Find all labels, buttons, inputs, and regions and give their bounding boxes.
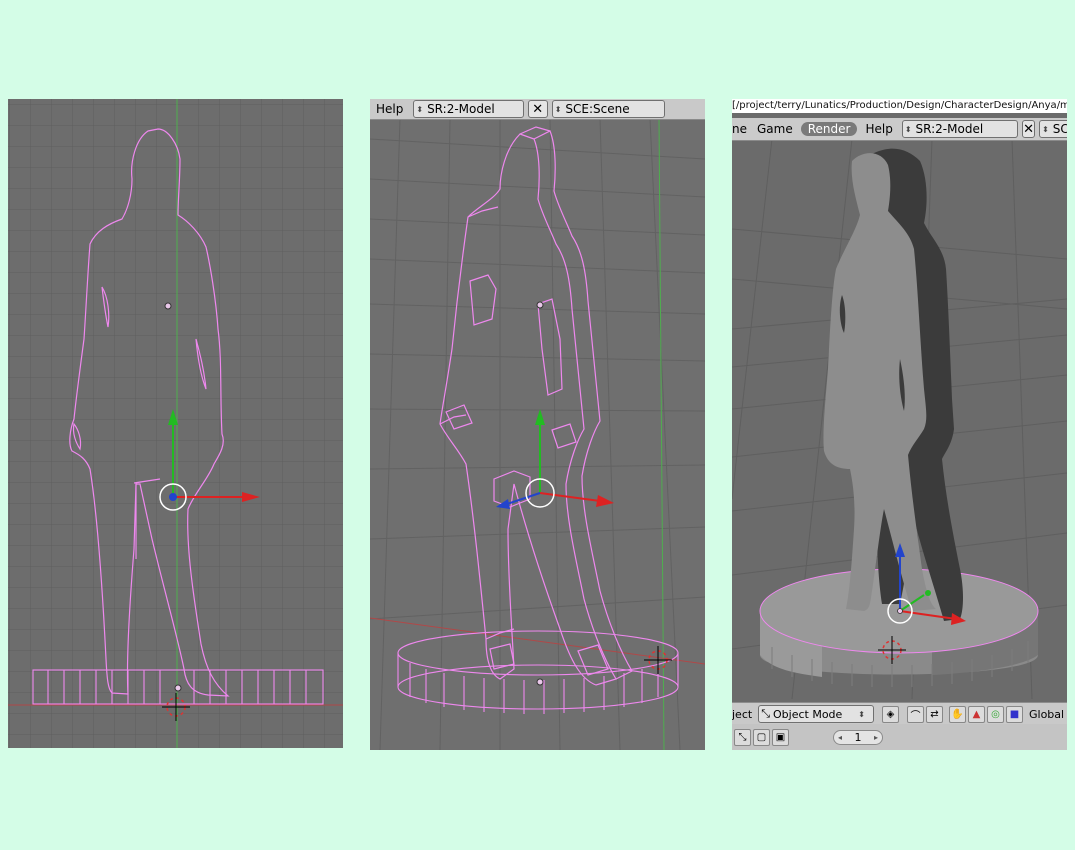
screen-selector[interactable]: ⬍ SR:2-Model bbox=[413, 100, 524, 118]
game-menu[interactable]: Game bbox=[752, 122, 798, 136]
file-path-bar: [/project/terry/Lunatics/Production/Desi… bbox=[732, 99, 1067, 113]
base-origin-dot bbox=[174, 684, 182, 692]
solid-view-canvas[interactable] bbox=[732, 99, 1067, 750]
object-origin-dot bbox=[164, 302, 172, 310]
axis-gizmo-icon[interactable]: ⤡ bbox=[734, 728, 751, 746]
mode-selector[interactable]: ⤡ Object Mode ⬍ bbox=[758, 705, 874, 723]
rotate-icon[interactable]: ◎ bbox=[987, 705, 1004, 723]
frame-left-arrow-icon[interactable]: ◂ bbox=[838, 733, 842, 742]
draw-type-icon[interactable]: ◈ bbox=[882, 705, 899, 723]
render-menu[interactable]: Render bbox=[800, 122, 858, 136]
translate-icon[interactable]: ▲ bbox=[968, 705, 985, 723]
panel2-header-bar: Help ⬍ SR:2-Model ✕ ⬍ SCE:Scene bbox=[370, 99, 705, 120]
scene-menu-partial[interactable]: ne bbox=[732, 122, 752, 136]
pivot-icon[interactable]: ⌒ bbox=[907, 705, 924, 723]
selector-arrows-icon: ⬍ bbox=[904, 124, 912, 134]
perspective-view-canvas[interactable] bbox=[370, 99, 705, 750]
snap-icon[interactable]: ⇄ bbox=[926, 705, 943, 723]
screen-selector[interactable]: ⬍ SR:2-Model bbox=[901, 120, 1019, 138]
delete-screen-button[interactable]: ✕ bbox=[1022, 120, 1036, 138]
object-panel-icon[interactable]: ▢ bbox=[753, 728, 770, 746]
selector-arrows-icon: ⬍ bbox=[1042, 124, 1049, 134]
hand-manipulator-icon[interactable]: ✋ bbox=[949, 705, 966, 723]
object-menu-partial[interactable]: ject bbox=[732, 708, 752, 721]
selector-arrows-icon: ⬍ bbox=[858, 709, 865, 719]
perspective-wire-viewport[interactable]: Help ⬍ SR:2-Model ✕ ⬍ SCE:Scene bbox=[370, 99, 705, 750]
selector-arrows-icon: ⬍ bbox=[416, 104, 424, 114]
screen-name: SR:2-Model bbox=[427, 102, 495, 116]
buttons-header-bar: ⤡ ▢ ▣ ◂ 1 ▸ bbox=[732, 724, 1067, 750]
selector-arrows-icon: ⬍ bbox=[554, 104, 562, 114]
front-view-canvas[interactable] bbox=[8, 99, 343, 748]
scale-icon[interactable]: ■ bbox=[1006, 705, 1023, 723]
front-viewport[interactable] bbox=[8, 99, 343, 748]
screen-name: SR:2-Model bbox=[915, 122, 984, 136]
object-origin-dot bbox=[536, 301, 544, 309]
frame-counter[interactable]: ◂ 1 ▸ bbox=[833, 729, 883, 745]
object-mode-icon: ⤡ bbox=[761, 707, 770, 720]
scene-name: SCE: bbox=[1052, 122, 1067, 136]
scene-name: SCE:Scene bbox=[565, 102, 630, 116]
mode-label: Object Mode bbox=[773, 707, 843, 721]
view3d-header-bar: ject ⤡ Object Mode ⬍ ◈ ⌒ ⇄ ✋ ▲ ◎ ■ Globa… bbox=[732, 702, 1067, 725]
scene-selector[interactable]: ⬍ SCE:Scene bbox=[551, 100, 665, 118]
delete-screen-button[interactable]: ✕ bbox=[527, 100, 548, 118]
base-origin-dot bbox=[536, 678, 544, 686]
help-menu[interactable]: Help bbox=[860, 122, 897, 136]
panel3-header-bar: ne Game Render Help ⬍ SR:2-Model ✕ ⬍ SCE… bbox=[732, 118, 1067, 141]
help-menu[interactable]: Help bbox=[370, 102, 409, 116]
perspective-solid-viewport[interactable]: [/project/terry/Lunatics/Production/Desi… bbox=[732, 99, 1067, 750]
frame-right-arrow-icon[interactable]: ▸ bbox=[874, 733, 878, 742]
image-panel-icon[interactable]: ▣ bbox=[772, 728, 789, 746]
scene-selector[interactable]: ⬍ SCE: bbox=[1039, 120, 1067, 138]
orientation-label[interactable]: Global bbox=[1029, 708, 1064, 721]
frame-number: 1 bbox=[854, 730, 862, 744]
